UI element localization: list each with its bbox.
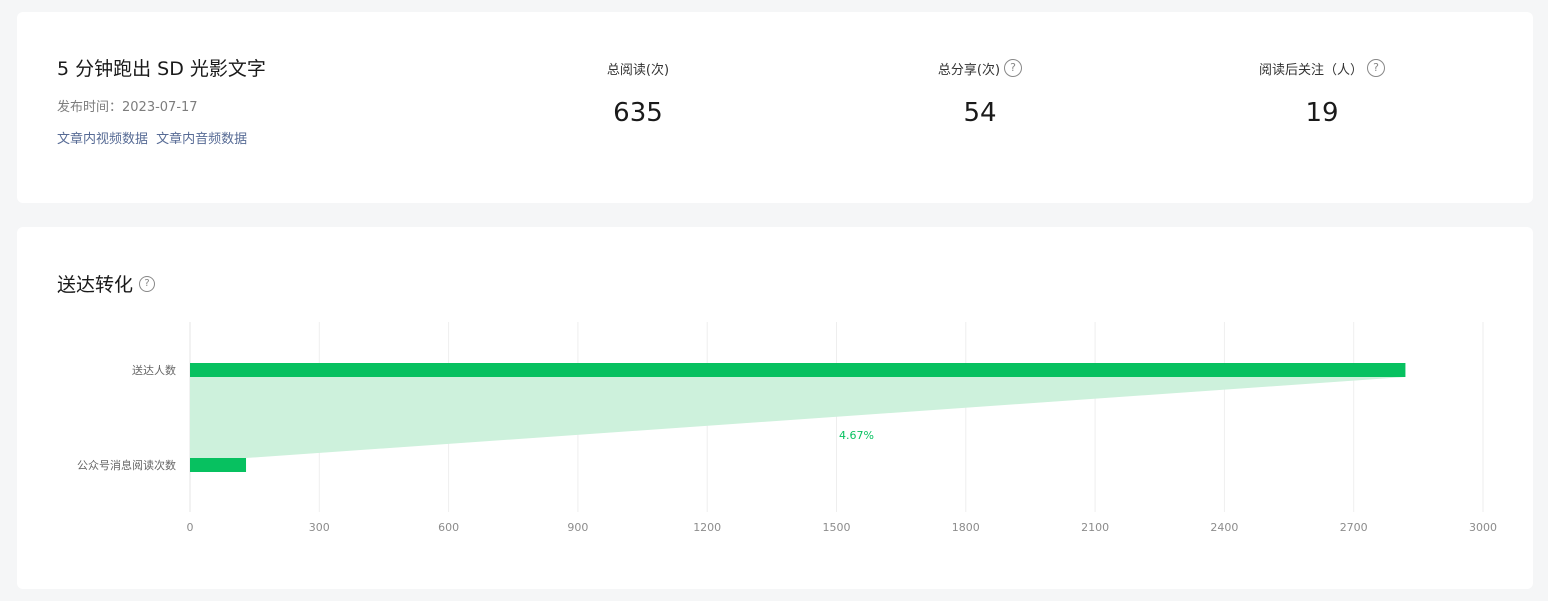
stat-label: 阅读后关注（人） ? — [1259, 58, 1385, 78]
audio-data-link[interactable]: 文章内音频数据 — [156, 132, 247, 147]
conversion-area — [190, 377, 1406, 458]
category-label: 送达人数 — [132, 363, 176, 377]
x-tick-label: 2700 — [1340, 521, 1368, 534]
video-data-link[interactable]: 文章内视频数据 — [57, 132, 148, 147]
stat-value: 54 — [963, 98, 997, 128]
article-summary-card: 5 分钟跑出 SD 光影文字 发布时间：2023-07-17 文章内视频数据 文… — [17, 12, 1533, 203]
stat-total-reads: 总阅读(次) 635 — [518, 58, 758, 129]
x-tick-label: 1500 — [823, 521, 851, 534]
x-tick-label: 1800 — [952, 521, 980, 534]
x-tick-label: 3000 — [1469, 521, 1497, 534]
article-title: 5 分钟跑出 SD 光影文字 — [57, 58, 266, 80]
delivery-conversion-card: 送达转化 ? 0 300 600 900 1200 1500 1800 2100 2400 270… — [17, 227, 1533, 589]
conversion-rate-label: 4.67% — [839, 429, 874, 442]
article-data-links: 文章内视频数据 文章内音频数据 — [57, 128, 247, 147]
stat-total-shares: 总分享(次) ? 54 — [860, 58, 1100, 128]
publish-time: 发布时间：2023-07-17 — [57, 100, 198, 115]
x-tick-label: 300 — [309, 521, 330, 534]
stat-label-text: 总分享(次) — [937, 62, 1001, 78]
x-tick-label: 2400 — [1210, 521, 1238, 534]
x-tick-label: 1200 — [693, 521, 721, 534]
stat-label-text: 总阅读(次) — [606, 62, 670, 78]
stat-label: 总阅读(次) — [607, 58, 669, 78]
x-tick-label: 2100 — [1081, 521, 1109, 534]
stat-value: 19 — [1305, 98, 1339, 128]
question-circle-icon[interactable]: ? — [1004, 59, 1023, 77]
category-label: 公众号消息阅读次数 — [77, 458, 176, 472]
x-tick-label: 600 — [438, 521, 459, 534]
stat-follows-after-read: 阅读后关注（人） ? 19 — [1202, 58, 1442, 128]
stat-value: 635 — [613, 98, 663, 128]
stat-label-text: 阅读后关注（人） — [1258, 62, 1363, 78]
bar — [190, 458, 247, 472]
bar — [190, 363, 1406, 377]
x-tick-label: 0 — [187, 521, 194, 534]
stat-label: 总分享(次) ? — [937, 58, 1023, 78]
question-circle-icon[interactable]: ? — [1367, 59, 1385, 77]
funnel-chart: 0 300 600 900 1200 1500 1800 2100 2400 2700 3000 送达… — [77, 322, 1497, 534]
x-tick-label: 900 — [567, 521, 588, 534]
